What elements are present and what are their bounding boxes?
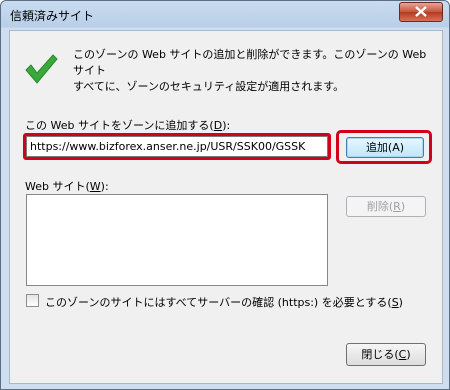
title-bar[interactable]: 信頼済みサイト — [1, 1, 449, 29]
description-line-1: このゾーンの Web サイトの追加と削除ができます。このゾーンの Web サイト — [73, 48, 427, 77]
require-https-label[interactable]: このゾーンのサイトにはすべてサーバーの確認 (https:) を必要とする(S) — [45, 294, 403, 310]
url-input-highlight — [23, 133, 331, 160]
checkmark-icon — [25, 54, 58, 84]
dialog-window: 信頼済みサイト このゾーンの Web サイトの追加と削除ができます。このゾーンの… — [0, 0, 450, 390]
zone-description: このゾーンの Web サイトの追加と削除ができます。このゾーンの Web サイト… — [73, 47, 435, 95]
require-https-checkbox[interactable] — [26, 294, 39, 307]
description-line-2: すべてに、ゾーンのセキュリティ設定が適用されます。 — [73, 80, 345, 93]
add-site-label: この Web サイトをゾーンに追加する(D): — [25, 119, 231, 132]
websites-list[interactable] — [26, 194, 328, 286]
remove-button[interactable]: 削除(R) — [346, 196, 426, 217]
close-icon — [415, 6, 427, 17]
sites-list-label: Web サイト(W): — [25, 180, 109, 193]
add-button-highlight — [336, 130, 432, 164]
close-window-button[interactable] — [399, 2, 443, 22]
close-button[interactable]: 閉じる(C) — [346, 343, 426, 366]
dialog-body: このゾーンの Web サイトの追加と削除ができます。このゾーンの Web サイト… — [9, 30, 443, 384]
window-title: 信頼済みサイト — [10, 9, 95, 23]
